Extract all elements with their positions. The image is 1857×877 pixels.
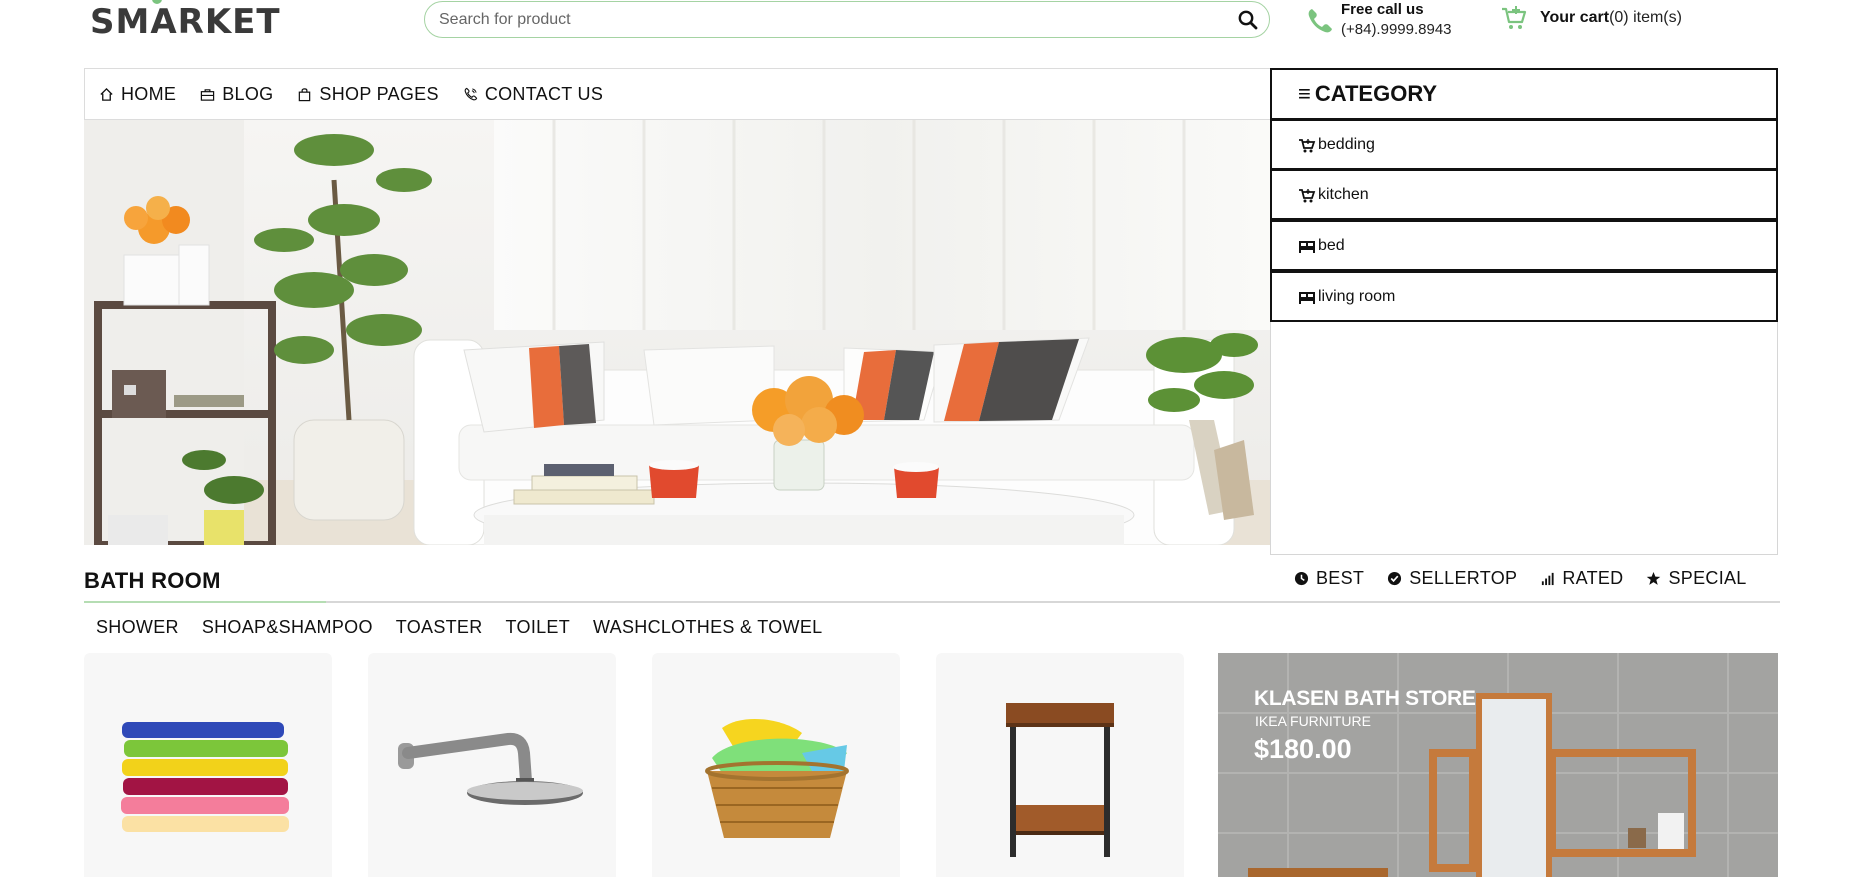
phone-icon: [1308, 9, 1332, 33]
banner-subtitle: IKEA FURNITURE: [1255, 713, 1371, 729]
category-item-living-room[interactable]: living room: [1270, 271, 1778, 322]
product-image-side-table: [1006, 703, 1114, 857]
category-item-label: bedding: [1318, 135, 1375, 153]
tab-shoap-shampoo[interactable]: SHOAP&SHAMPOO: [202, 617, 373, 638]
hero-banner[interactable]: [84, 120, 1271, 545]
filter-special[interactable]: SPECIAL: [1646, 568, 1746, 589]
bed-icon: [1299, 240, 1315, 253]
filter-rated[interactable]: RATED: [1540, 568, 1623, 589]
product-image-towels: [121, 722, 289, 832]
bed-icon: [1299, 291, 1315, 304]
cart-plus-icon: [1299, 138, 1316, 152]
category-title: CATEGORY: [1314, 81, 1438, 106]
category-item-label: bed: [1318, 236, 1345, 254]
section-divider: [84, 601, 1780, 603]
check-circle-icon: [1388, 571, 1402, 586]
banner-price: $180.00: [1254, 734, 1352, 764]
home-icon: [100, 87, 113, 101]
logo[interactable]: SMARKET: [90, 0, 281, 42]
menu-icon: ≡: [1298, 81, 1311, 106]
cart[interactable]: Your cart(0) item(s): [1500, 4, 1682, 32]
cart-text: Your cart(0) item(s): [1540, 9, 1682, 27]
filter-label: RATED: [1562, 568, 1624, 588]
search-icon: [1238, 10, 1258, 30]
category-item-kitchen[interactable]: kitchen: [1270, 169, 1778, 220]
tab-shower[interactable]: SHOWER: [96, 617, 179, 638]
filter-label: SELLERTOP: [1409, 568, 1518, 588]
nav-item-home[interactable]: HOME: [99, 84, 176, 105]
category-item-label: kitchen: [1318, 185, 1369, 203]
filter-sellertop[interactable]: SELLERTOP: [1387, 568, 1517, 589]
product-card[interactable]: [936, 653, 1184, 877]
cart-label: Your cart: [1540, 9, 1610, 26]
section-divider-accent: [84, 601, 326, 603]
cart-count: (0) item(s): [1609, 9, 1682, 26]
hero-living-room-image: [84, 120, 1271, 545]
tab-washclothes-towel[interactable]: WASHCLOTHES & TOWEL: [593, 617, 822, 638]
cart-plus-icon: [1299, 188, 1316, 202]
tab-toaster[interactable]: TOASTER: [396, 617, 483, 638]
nav-item-blog[interactable]: BLOG: [200, 84, 273, 105]
section-title: BATH ROOM: [84, 568, 221, 593]
promo-banner[interactable]: KLASEN BATH STORE IKEA FURNITURE $180.00: [1218, 653, 1778, 877]
phone-icon: [464, 87, 478, 100]
subcategory-tabs: SHOWER SHOAP&SHAMPOO TOASTER TOILET WASH…: [96, 617, 845, 638]
nav-item-label: SHOP PAGES: [319, 83, 439, 104]
call-title: Free call us: [1341, 1, 1424, 18]
main-nav: HOME BLOG SHOP PAGES CONTACT US: [84, 68, 1271, 120]
category-header: ≡ CATEGORY: [1270, 68, 1778, 120]
clock-icon: [1294, 571, 1309, 586]
nav-item-contact-us[interactable]: CONTACT US: [463, 84, 603, 105]
filter-label: BEST: [1316, 568, 1365, 588]
product-image-shower-head: [398, 732, 583, 805]
nav-item-shop-pages[interactable]: SHOP PAGES: [297, 83, 439, 105]
search-button[interactable]: [1237, 9, 1259, 31]
call-number[interactable]: (+84).9999.8943: [1341, 20, 1452, 40]
section-filters: BEST SELLERTOP RATED SPECIAL: [1294, 568, 1770, 589]
star-icon: [1647, 571, 1661, 585]
briefcase-icon: [201, 88, 215, 101]
product-card[interactable]: [84, 653, 332, 877]
product-card[interactable]: [652, 653, 900, 877]
category-item-bedding[interactable]: bedding: [1270, 119, 1778, 170]
filter-best[interactable]: BEST: [1294, 568, 1364, 589]
nav-item-label: BLOG: [222, 83, 274, 104]
category-item-label: living room: [1318, 287, 1396, 305]
signal-icon: [1542, 572, 1554, 586]
category-item-bed[interactable]: bed: [1270, 220, 1778, 271]
filter-label: SPECIAL: [1668, 568, 1747, 588]
cart-plus-icon: [1502, 6, 1527, 29]
product-image-laundry-basket: [705, 718, 849, 838]
nav-item-label: HOME: [121, 83, 177, 104]
bag-icon: [299, 87, 311, 101]
banner-title: KLASEN BATH STORE: [1254, 687, 1476, 710]
search-input[interactable]: [425, 2, 1205, 37]
search-bar: [424, 1, 1270, 38]
product-card[interactable]: [368, 653, 616, 877]
logo-text: SMARKET: [90, 2, 281, 42]
nav-item-label: CONTACT US: [484, 83, 604, 104]
tab-toilet[interactable]: TOILET: [506, 617, 570, 638]
call-info: Free call us (+84).9999.8943: [1305, 0, 1452, 40]
